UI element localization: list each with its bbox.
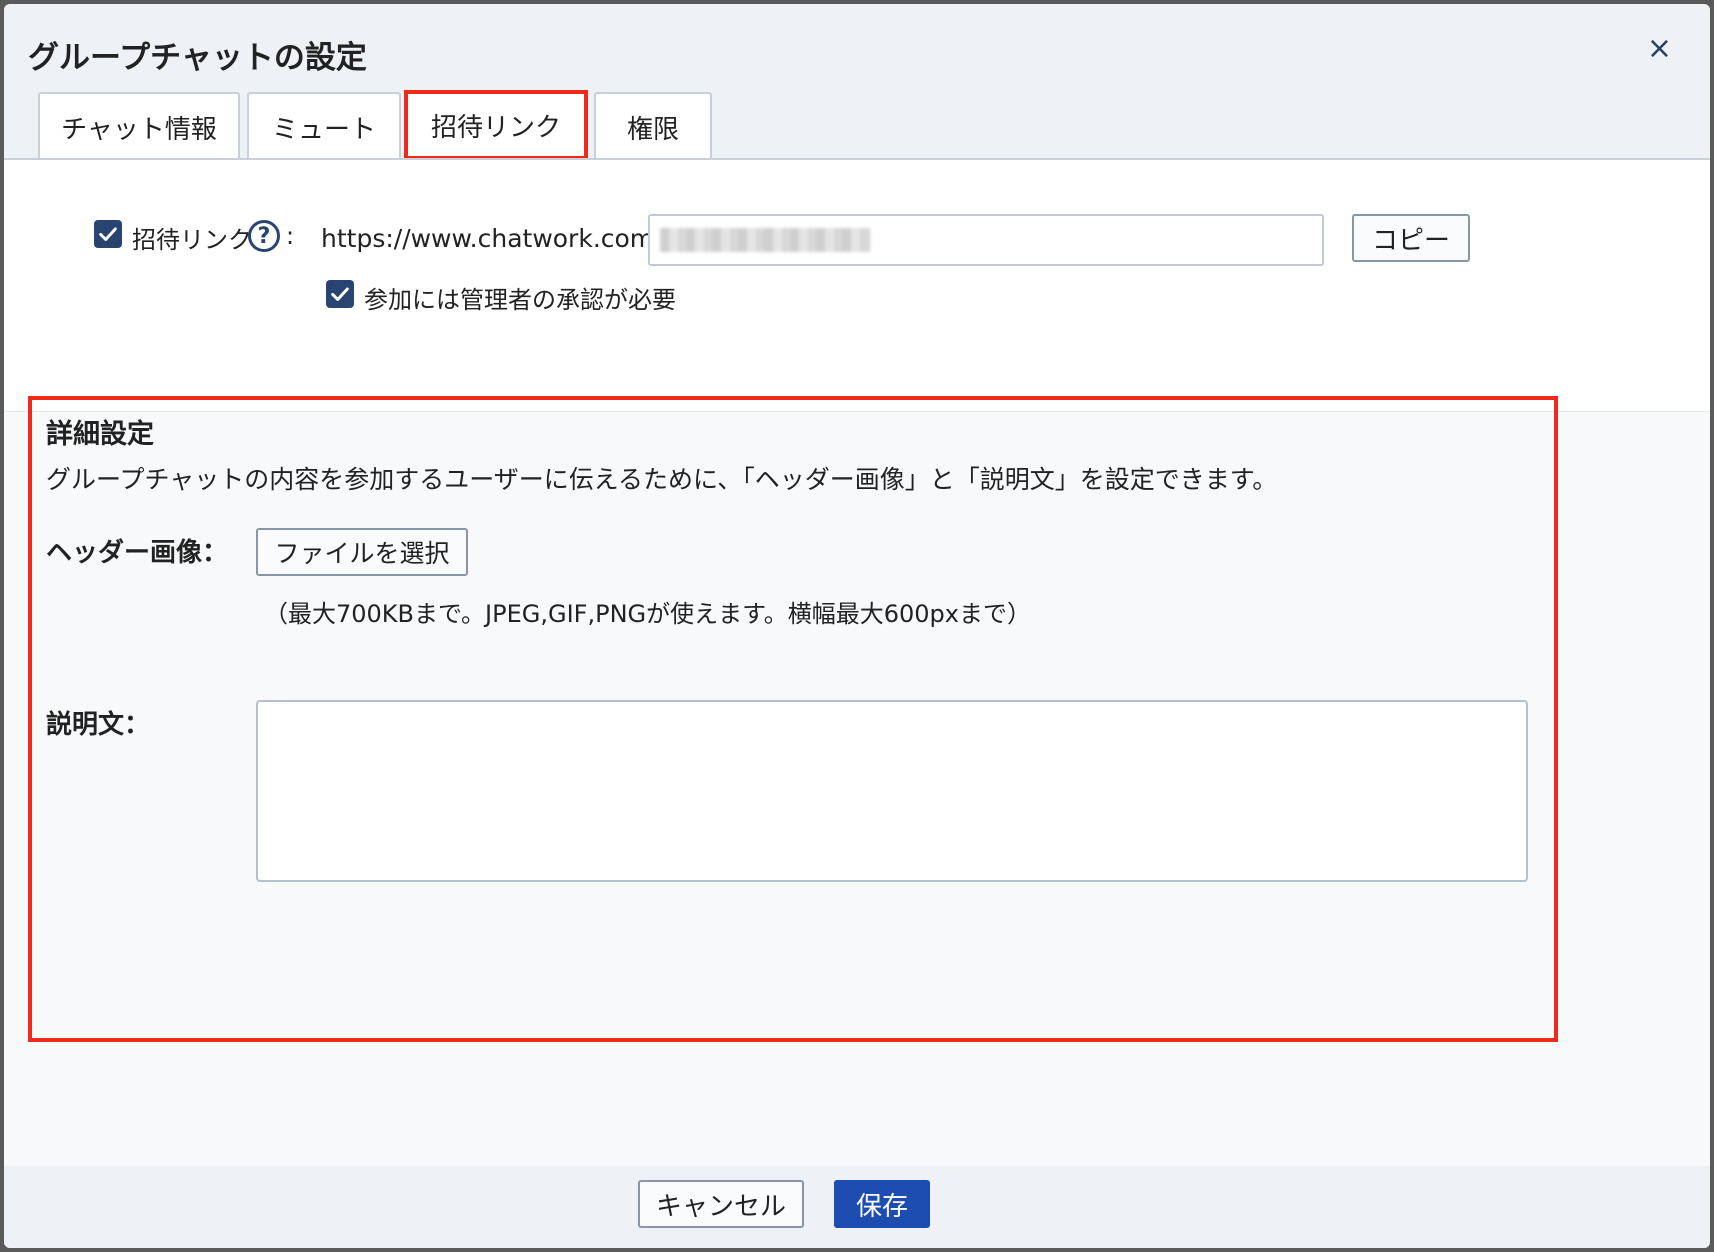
invite-url-prefix: https://www.chatwork.com/g/ — [321, 224, 687, 253]
tab-content: 招待リンク ? : https://www.chatwork.com/g/ コピ… — [4, 160, 1710, 1166]
invite-link-label: 招待リンク — [132, 226, 252, 254]
admin-approval-checkbox[interactable] — [326, 280, 354, 308]
tab-invite-link[interactable]: 招待リンク — [404, 90, 588, 160]
header-image-label: ヘッダー画像： — [46, 538, 229, 568]
tab-chat-info[interactable]: チャット情報 — [38, 92, 240, 160]
choose-file-button[interactable]: ファイルを選択 — [256, 528, 468, 576]
group-chat-settings-dialog: グループチャットの設定 × チャット情報 ミュート 招待リンク 権限 招待リンク… — [4, 4, 1710, 1248]
invite-link-checkbox[interactable] — [94, 220, 122, 248]
help-icon[interactable]: ? — [248, 220, 280, 252]
invite-link-colon: : — [286, 222, 295, 250]
tab-permissions[interactable]: 権限 — [594, 92, 712, 160]
details-description: グループチャットの内容を参加するユーザーに伝えるために、「ヘッダー画像」と「説明… — [46, 465, 1278, 494]
tab-bar: チャット情報 ミュート 招待リンク 権限 — [4, 4, 1710, 160]
checkmark-icon — [99, 227, 117, 241]
details-title: 詳細設定 — [46, 419, 154, 450]
invite-link-section: 招待リンク ? : https://www.chatwork.com/g/ コピ… — [4, 160, 1710, 412]
description-label: 説明文： — [46, 710, 151, 740]
admin-approval-label: 参加には管理者の承認が必要 — [364, 286, 676, 314]
description-textarea[interactable] — [256, 700, 1528, 882]
checkmark-icon — [331, 287, 349, 301]
invite-url-field[interactable] — [648, 214, 1324, 266]
blurred-url-code — [660, 228, 870, 252]
cancel-button[interactable]: キャンセル — [638, 1180, 804, 1228]
dialog-footer: キャンセル 保存 — [4, 1166, 1710, 1248]
tab-mute[interactable]: ミュート — [247, 92, 401, 160]
save-button[interactable]: 保存 — [834, 1180, 930, 1228]
file-note: （最大700KBまで。JPEG,GIF,PNGが使えます。横幅最大600pxまで… — [264, 600, 1031, 628]
copy-button[interactable]: コピー — [1352, 214, 1470, 262]
